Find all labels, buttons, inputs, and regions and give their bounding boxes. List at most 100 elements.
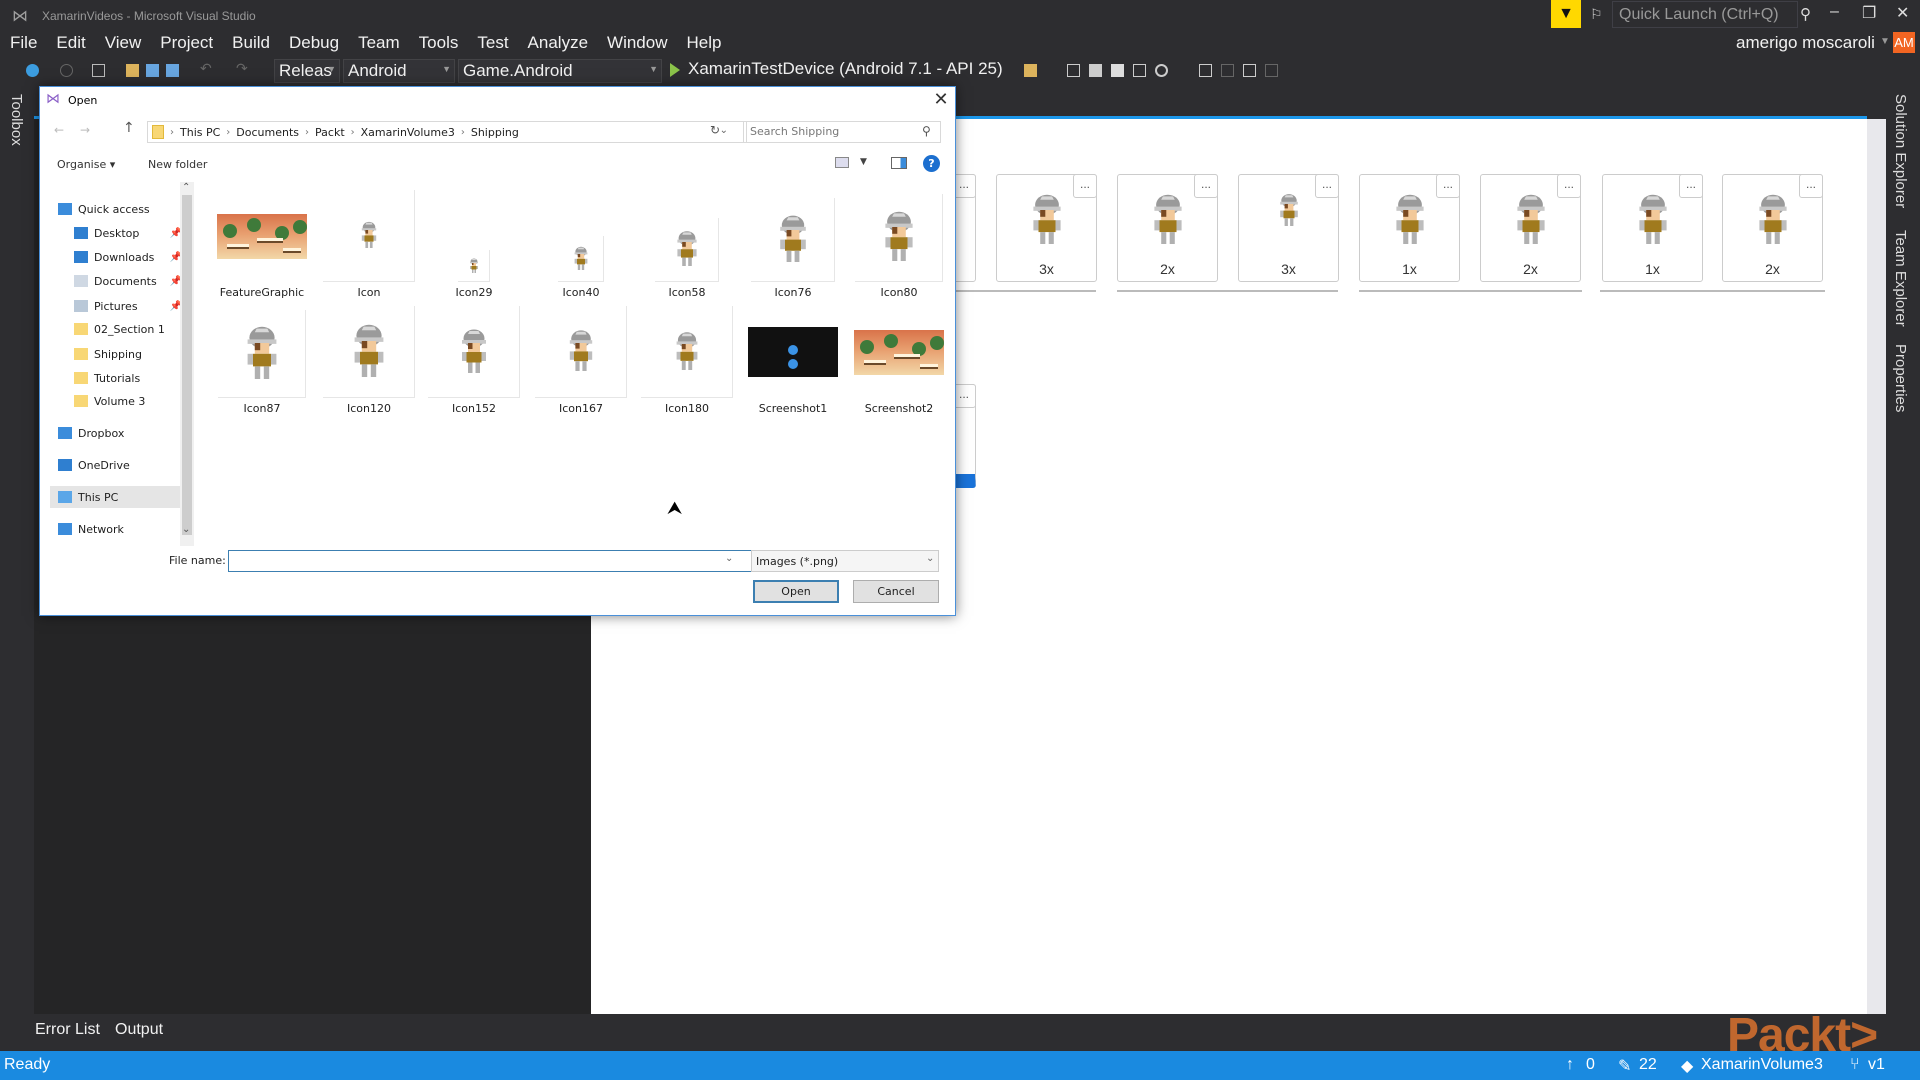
chevron-down-icon[interactable]: ▼: [860, 157, 867, 167]
search-icon[interactable]: ⚲: [922, 124, 931, 138]
breadcrumb-shipping[interactable]: Shipping: [471, 126, 519, 139]
file-item[interactable]: Icon152: [422, 306, 526, 430]
device-log-icon[interactable]: [1067, 64, 1080, 77]
nav-item[interactable]: Tutorials: [50, 367, 184, 389]
nav-item[interactable]: Volume 3: [50, 390, 184, 412]
file-item[interactable]: Icon87: [210, 306, 314, 430]
avatar[interactable]: AM: [1893, 32, 1915, 53]
close-icon[interactable]: ✕: [928, 89, 954, 110]
help-icon[interactable]: ?: [923, 155, 940, 172]
asset-card[interactable]: ... 1x: [1359, 174, 1460, 282]
file-name-input[interactable]: [228, 550, 778, 572]
file-item[interactable]: Icon80: [847, 190, 951, 314]
save-icon[interactable]: [146, 64, 159, 77]
open-button[interactable]: Open: [753, 580, 839, 603]
chevron-down-icon[interactable]: ▼: [1880, 36, 1890, 47]
repo-icon[interactable]: ◆: [1681, 1056, 1693, 1076]
feedback-icon[interactable]: ⚐: [1590, 6, 1603, 23]
asset-card[interactable]: ... 2x: [1117, 174, 1218, 282]
menu-edit[interactable]: Edit: [46, 30, 94, 56]
more-button[interactable]: ...: [1436, 174, 1460, 198]
error-list-tab[interactable]: Error List: [35, 1021, 100, 1039]
adb-console-icon[interactable]: [1111, 64, 1124, 77]
configuration-dropdown[interactable]: Releas ▼: [274, 59, 340, 83]
breadcrumb-xamarinvolume3[interactable]: XamarinVolume3: [361, 126, 455, 139]
notifications-filter-icon[interactable]: ▼: [1551, 0, 1581, 28]
organise-button[interactable]: Organise ▾: [57, 158, 115, 171]
file-item[interactable]: Icon167: [529, 306, 633, 430]
quick-launch-input[interactable]: Quick Launch (Ctrl+Q): [1612, 1, 1798, 28]
minimize-button[interactable]: –: [1830, 3, 1839, 21]
cancel-button[interactable]: Cancel: [853, 580, 939, 603]
file-item[interactable]: Icon29: [422, 190, 526, 314]
menu-build[interactable]: Build: [222, 30, 279, 56]
emulator-icon[interactable]: [1155, 64, 1168, 77]
menu-view[interactable]: View: [95, 30, 151, 56]
editor-scrollbar[interactable]: [1867, 119, 1886, 1014]
file-type-dropdown[interactable]: Images (*.png): [751, 550, 939, 572]
new-project-icon[interactable]: [92, 64, 105, 77]
startup-project-dropdown[interactable]: Game.Android ▼: [458, 59, 662, 83]
more-button[interactable]: ...: [1073, 174, 1097, 198]
publish-icon[interactable]: ↑: [1566, 1056, 1574, 1074]
pending-count[interactable]: 0: [1586, 1056, 1595, 1074]
asset-card[interactable]: ... 2x: [1722, 174, 1823, 282]
nav-item[interactable]: 02_Section 1: [50, 318, 184, 340]
menu-test[interactable]: Test: [467, 30, 517, 56]
nav-scrollbar-thumb[interactable]: [182, 195, 192, 535]
menu-debug[interactable]: Debug: [279, 30, 348, 56]
nav-item[interactable]: Documents 📌: [50, 270, 184, 292]
menu-analyze[interactable]: Analyze: [518, 30, 597, 56]
menu-team[interactable]: Team: [348, 30, 409, 56]
run-target-button[interactable]: XamarinTestDevice (Android 7.1 - API 25): [688, 59, 1003, 79]
chevron-down-icon[interactable]: ⌄: [926, 553, 934, 564]
nav-item[interactable]: Shipping: [50, 343, 184, 365]
file-item[interactable]: FeatureGraphic: [210, 190, 314, 314]
play-icon[interactable]: [670, 63, 680, 77]
toolbox-tab[interactable]: Toolbox: [8, 94, 25, 146]
menu-tools[interactable]: Tools: [409, 30, 468, 56]
solution-explorer-tab[interactable]: Solution Explorer: [1892, 94, 1909, 208]
nav-item[interactable]: This PC: [50, 486, 184, 508]
undo-icon[interactable]: ↶: [200, 60, 213, 76]
repo-name[interactable]: XamarinVolume3: [1701, 1056, 1823, 1074]
search-icon[interactable]: ⚲: [1800, 5, 1811, 23]
menu-file[interactable]: File: [0, 30, 46, 56]
platform-dropdown[interactable]: Android ▼: [343, 59, 455, 83]
back-arrow-icon[interactable]: ←: [54, 123, 64, 137]
file-item[interactable]: Screenshot1: [741, 306, 845, 430]
properties-tab[interactable]: Properties: [1892, 344, 1909, 412]
file-item[interactable]: Icon180: [635, 306, 739, 430]
team-explorer-tab[interactable]: Team Explorer: [1892, 230, 1909, 327]
pencil-icon[interactable]: ✎: [1618, 1056, 1631, 1076]
scroll-down-icon[interactable]: ⌄: [182, 524, 190, 535]
restore-button[interactable]: ❐: [1862, 3, 1876, 23]
android-sdk-icon[interactable]: [1089, 64, 1102, 77]
changes-count[interactable]: 22: [1639, 1056, 1657, 1074]
breadcrumb-this-pc[interactable]: This PC: [180, 126, 220, 139]
open-file-icon[interactable]: [126, 64, 139, 77]
menu-help[interactable]: Help: [677, 30, 731, 56]
redo-icon[interactable]: ↷: [236, 60, 249, 76]
nav-item[interactable]: Downloads 📌: [50, 246, 184, 268]
save-all-icon[interactable]: [166, 64, 179, 77]
more-button[interactable]: ...: [1194, 174, 1218, 198]
file-item[interactable]: Icon: [317, 190, 421, 314]
up-arrow-icon[interactable]: ↑: [123, 120, 135, 136]
new-folder-button[interactable]: New folder: [148, 158, 207, 171]
menu-project[interactable]: Project: [150, 30, 222, 56]
asset-card[interactable]: ... 2x: [1480, 174, 1581, 282]
more-button[interactable]: ...: [1315, 174, 1339, 198]
asset-card[interactable]: ... 3x: [1238, 174, 1339, 282]
nav-item[interactable]: OneDrive: [50, 454, 184, 476]
menu-window[interactable]: Window: [597, 30, 676, 56]
layout-icon[interactable]: [1243, 64, 1256, 77]
monitor-icon[interactable]: [1199, 64, 1212, 77]
asset-card[interactable]: ... 1x: [1602, 174, 1703, 282]
more-button[interactable]: ...: [1679, 174, 1703, 198]
nav-item[interactable]: Desktop 📌: [50, 222, 184, 244]
file-item[interactable]: Icon40: [529, 190, 633, 314]
device-manager-icon[interactable]: [1133, 64, 1146, 77]
refresh-icon[interactable]: ↻: [710, 123, 720, 137]
back-icon[interactable]: [26, 64, 39, 77]
